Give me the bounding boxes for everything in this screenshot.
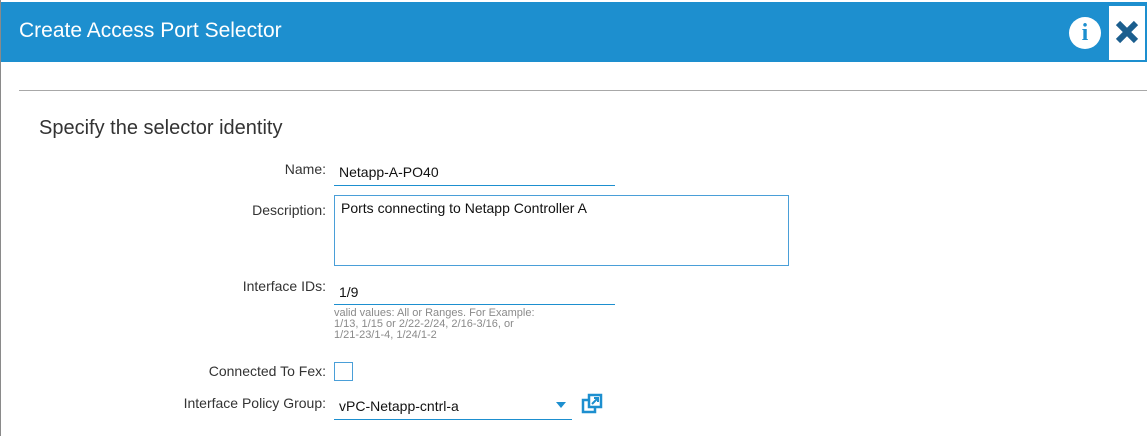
chevron-down-icon[interactable]: [556, 402, 566, 408]
connected-to-fex-label: Connected To Fex:: [208, 363, 326, 379]
hint-line: 1/21-23/1-4, 1/24/1-2: [334, 329, 437, 341]
header-divider: [19, 90, 1147, 91]
connected-to-fex-checkbox[interactable]: [334, 362, 353, 381]
name-input[interactable]: [334, 158, 615, 186]
section-title: Specify the selector identity: [39, 117, 283, 139]
description-textarea[interactable]: Ports connecting to Netapp Controller A: [334, 195, 789, 266]
interface-policy-group-label: Interface Policy Group:: [183, 395, 326, 411]
interface-ids-input[interactable]: [334, 279, 615, 305]
create-access-port-selector-dialog: Create Access Port Selector i Specify th…: [0, 0, 1147, 436]
dialog-title: Create Access Port Selector: [19, 19, 282, 42]
name-label: Name:: [284, 161, 326, 177]
interface-policy-group-select[interactable]: [334, 392, 572, 420]
dialog-titlebar: Create Access Port Selector i: [1, 2, 1147, 62]
close-button[interactable]: [1109, 6, 1145, 60]
open-in-new-icon[interactable]: [581, 393, 603, 415]
info-icon[interactable]: i: [1069, 17, 1101, 49]
description-label: Description:: [252, 202, 326, 218]
interface-ids-label: Interface IDs:: [242, 278, 326, 294]
interface-ids-hint: valid values: All or Ranges. For Example…: [334, 308, 654, 341]
close-icon[interactable]: [1113, 18, 1141, 46]
